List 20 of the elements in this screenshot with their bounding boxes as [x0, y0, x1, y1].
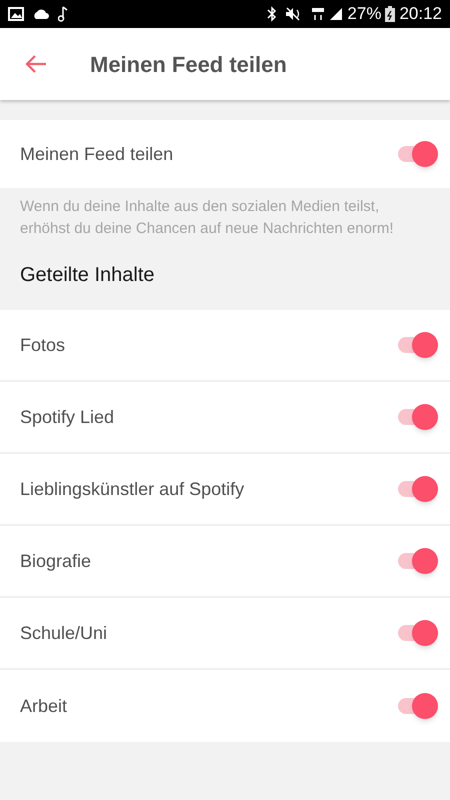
- page-title: Meinen Feed teilen: [90, 50, 287, 78]
- description-text: Wenn du deine Inhalte aus den sozialen Medien teilst, erhöhst du deine Chancen auf neue Nachrichten enorm!: [19, 197, 395, 239]
- setting-label: Spotify Lied: [20, 406, 114, 429]
- battery-icon: [385, 6, 396, 22]
- setting-label: Arbeit: [20, 694, 68, 718]
- battery-percent: 27%: [347, 3, 382, 26]
- setting-label: Meinen Feed teilen: [20, 142, 174, 166]
- setting-label: Biografie: [20, 550, 92, 573]
- setting-label: Lieblingskünstler auf Spotify: [20, 478, 244, 501]
- bluetooth-icon: [267, 6, 278, 22]
- image-icon: [8, 7, 24, 21]
- back-arrow-icon: [24, 54, 48, 74]
- setting-label: Schule/Uni: [20, 622, 108, 644]
- clock-time: 20:12: [399, 3, 442, 26]
- mobile-data-icon: [311, 6, 326, 22]
- setting-label: Fotos: [20, 334, 66, 356]
- cloud-icon: [32, 8, 50, 20]
- section-heading: Geteilte Inhalte: [20, 263, 155, 288]
- music-note-icon: [58, 6, 68, 22]
- signal-icon: [329, 7, 344, 21]
